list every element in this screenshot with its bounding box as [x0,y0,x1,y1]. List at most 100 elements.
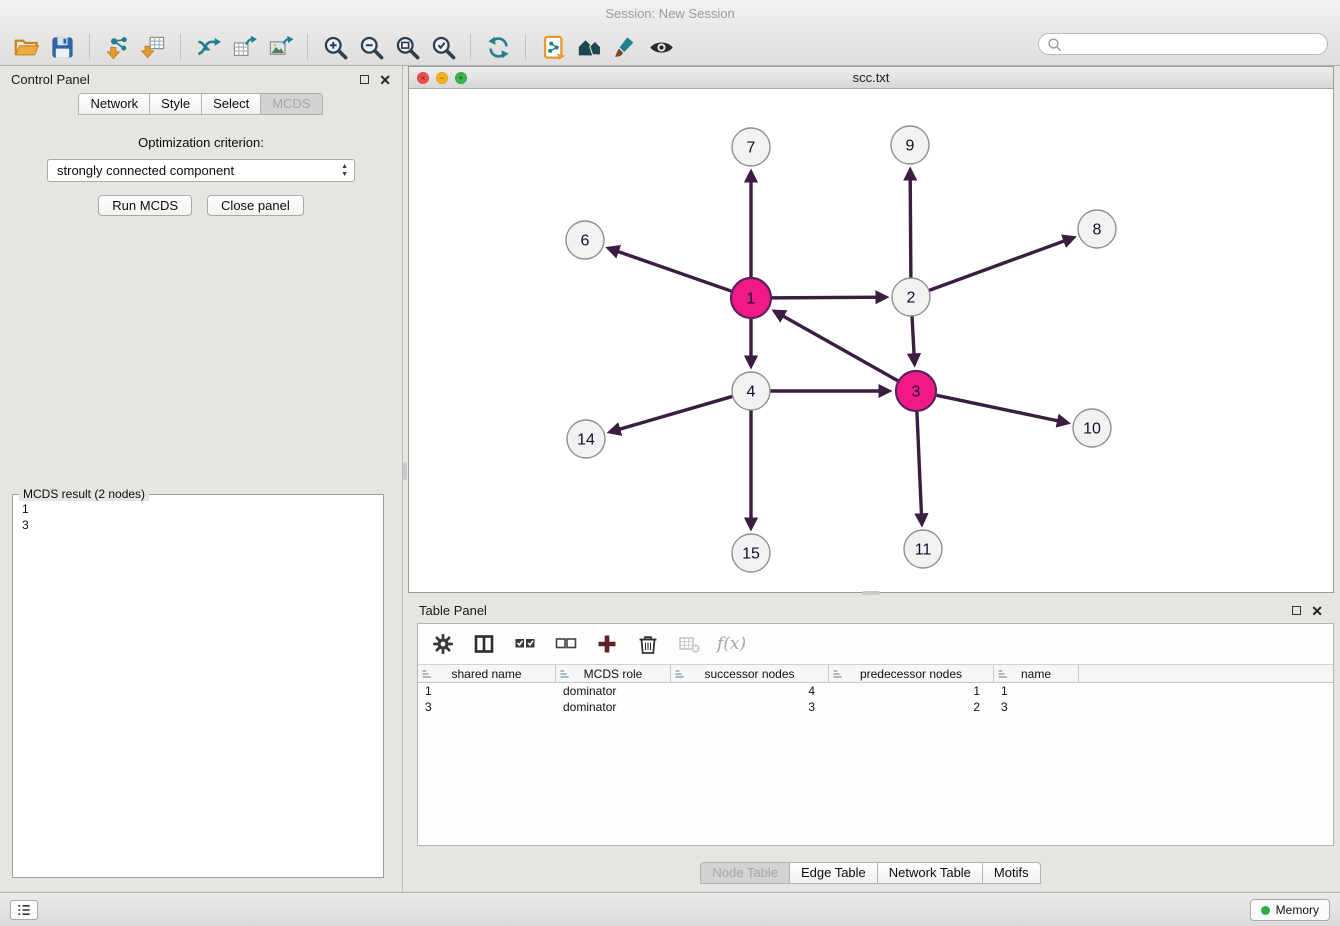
zoom-fit-button[interactable] [389,30,425,64]
zoom-out-button[interactable] [353,30,389,64]
graph-edge-4-14[interactable] [610,396,733,432]
graph-edge-2-3[interactable] [912,316,915,364]
graph-node-14[interactable]: 14 [567,420,605,458]
graph-node-1[interactable]: 1 [731,278,771,318]
run-mcds-button[interactable]: Run MCDS [98,195,192,216]
export-network-button[interactable] [190,30,226,64]
svg-text:4: 4 [747,384,756,401]
graph-edge-3-11[interactable] [917,412,922,524]
node-table: f(x) shared nameMCDS rolesuccessor nodes… [417,623,1334,846]
search-input[interactable] [1067,37,1319,51]
mcds-result-line: 3 [22,517,374,533]
column-header-name[interactable]: name [994,665,1079,682]
network-graph-canvas[interactable]: 7 9 6 8 1 2 4 3 10 14 15 11 [409,89,1333,592]
import-table-button[interactable] [135,30,171,64]
graph-node-10[interactable]: 10 [1073,409,1111,447]
eye-icon [648,34,675,61]
toolbar-separator [89,34,90,60]
settings-gear-button[interactable] [430,631,456,657]
titlebar[interactable]: Session: New Session [0,0,1340,27]
add-row-button[interactable] [594,631,620,657]
column-header-mcds_role[interactable]: MCDS role [556,665,671,682]
optimization-dropdown[interactable]: strongly connected component ▲▼ [47,159,355,182]
tab-network-table[interactable]: Network Table [877,862,983,884]
import-network-button[interactable] [99,30,135,64]
close-panel-button[interactable]: Close panel [207,195,304,216]
tab-select[interactable]: Select [201,93,261,115]
home-button[interactable] [571,30,607,64]
table-rows: 1dominator4113dominator323 [418,683,1333,715]
optimization-label: Optimization criterion: [0,135,402,150]
dropdown-stepper-icon: ▲▼ [341,163,348,179]
graph-edge-3-1[interactable] [775,311,898,380]
clipboard-network-button[interactable] [535,30,571,64]
graph-edge-2-9[interactable] [910,170,911,278]
graph-edge-3-10[interactable] [937,395,1068,423]
graph-node-15[interactable]: 15 [732,534,770,572]
deselect-all-button[interactable] [553,631,579,657]
eye-button[interactable] [643,30,679,64]
cell-successor_nodes: 4 [671,683,829,699]
main-toolbar [8,29,1028,65]
graph-node-7[interactable]: 7 [732,128,770,166]
tab-mcds[interactable]: MCDS [260,93,322,115]
column-header-predecessor_nodes[interactable]: predecessor nodes [829,665,994,682]
minimize-window-icon[interactable]: − [436,72,448,84]
tab-style[interactable]: Style [149,93,202,115]
export-image-button[interactable] [262,30,298,64]
sort-icon [421,668,433,683]
cell-name: 3 [994,699,1079,715]
home-icon [576,34,603,61]
close-window-icon[interactable]: × [417,72,429,84]
add-row-icon [595,632,619,656]
cell-successor_nodes: 3 [671,699,829,715]
graph-edge-1-6[interactable] [609,248,732,291]
graph-node-8[interactable]: 8 [1078,210,1116,248]
graph-edge-2-8[interactable] [929,238,1074,291]
column-header-successor_nodes[interactable]: successor nodes [671,665,829,682]
graph-node-11[interactable]: 11 [904,530,942,568]
delete-row-button[interactable] [635,631,661,657]
window-title: Session: New Session [605,6,734,21]
maximize-window-icon[interactable]: + [455,72,467,84]
memory-label: Memory [1276,903,1319,917]
tab-network[interactable]: Network [78,93,150,115]
graph-node-6[interactable]: 6 [566,221,604,259]
horizontal-splitter-handle[interactable] [862,591,880,595]
export-table-button[interactable] [226,30,262,64]
network-window-titlebar[interactable]: × − + scc.txt [409,67,1333,89]
open-folder-button[interactable] [8,30,44,64]
tab-edge-table[interactable]: Edge Table [789,862,878,884]
select-all-button[interactable] [512,631,538,657]
style-brush-button[interactable] [607,30,643,64]
save-button[interactable] [44,30,80,64]
search-box[interactable] [1038,33,1328,55]
close-table-panel-icon[interactable]: ✕ [1311,606,1323,616]
float-table-panel-icon[interactable] [1292,606,1301,615]
tab-node-table[interactable]: Node Table [700,862,790,884]
close-panel-icon[interactable]: ✕ [379,75,391,85]
open-folder-icon [13,34,40,61]
table-row[interactable]: 1dominator411 [418,683,1333,699]
graph-node-9[interactable]: 9 [891,126,929,164]
cell-predecessor_nodes: 1 [829,683,994,699]
zoom-fit-icon [394,34,421,61]
settings-gear-icon [431,632,455,656]
task-history-button[interactable] [10,900,38,920]
graph-edge-1-2[interactable] [772,297,886,298]
float-panel-icon[interactable] [360,75,369,84]
memory-button[interactable]: Memory [1250,899,1330,921]
vertical-splitter-handle[interactable] [403,462,407,480]
column-header-shared_name[interactable]: shared name [418,665,556,682]
table-row[interactable]: 3dominator323 [418,699,1333,715]
graph-node-3[interactable]: 3 [896,371,936,411]
refresh-button[interactable] [480,30,516,64]
mcds-result-text[interactable]: 13 [13,495,383,539]
columns-button[interactable] [471,631,497,657]
tab-motifs[interactable]: Motifs [982,862,1041,884]
graph-node-4[interactable]: 4 [732,372,770,410]
toolbar-separator [180,34,181,60]
zoom-selected-button[interactable] [425,30,461,64]
graph-node-2[interactable]: 2 [892,278,930,316]
zoom-in-button[interactable] [317,30,353,64]
